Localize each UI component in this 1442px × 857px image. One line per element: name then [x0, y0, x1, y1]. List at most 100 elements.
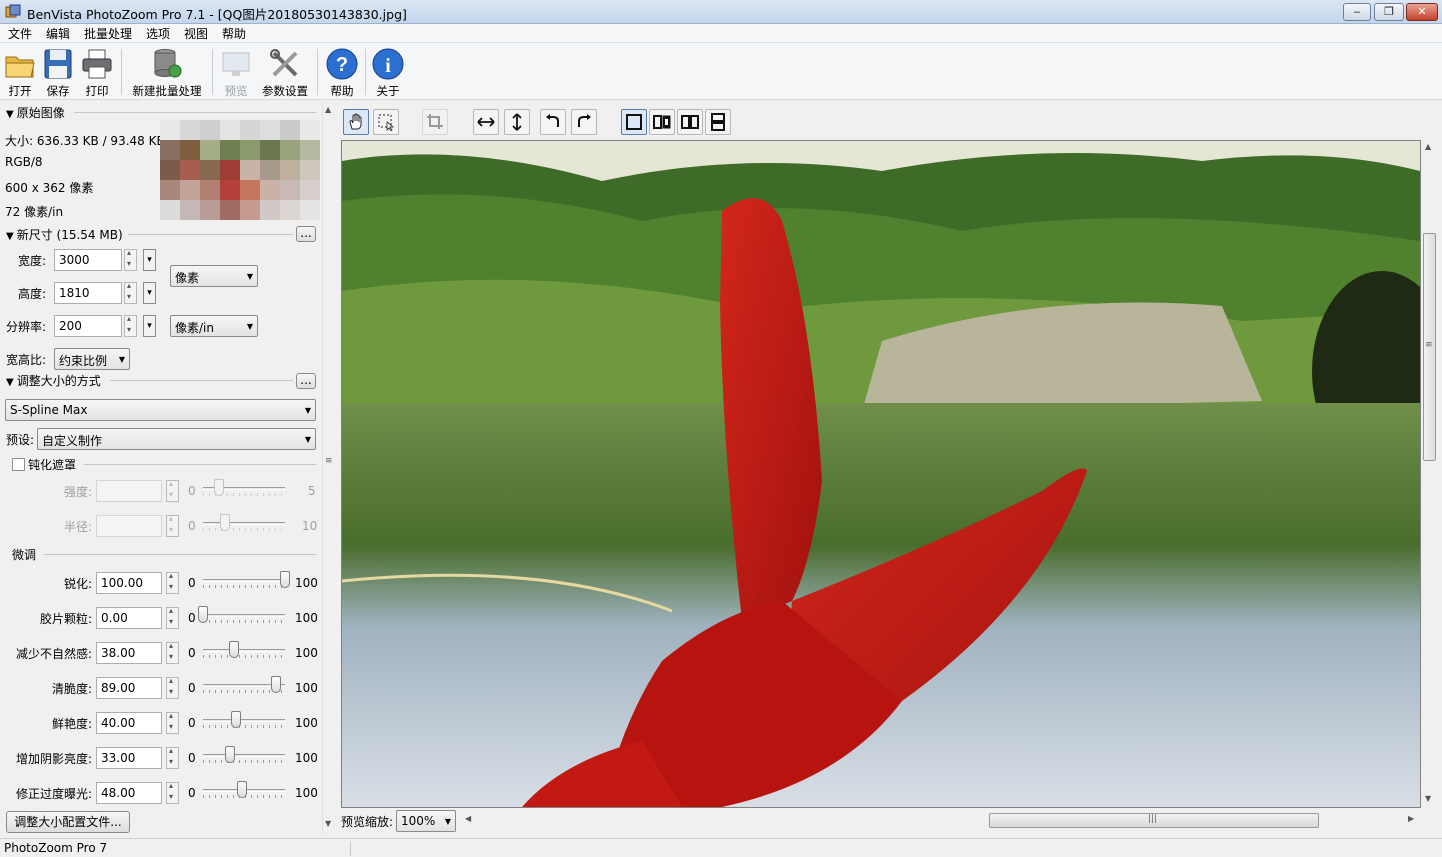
reduce-artifacts-spinner[interactable]: [166, 641, 179, 664]
menu-batch[interactable]: 批量处理: [82, 25, 134, 42]
side-by-side-view-button[interactable]: [677, 109, 703, 135]
help-button[interactable]: ? 帮助: [324, 45, 360, 98]
strength-slider[interactable]: [203, 479, 285, 499]
slider-thumb[interactable]: [229, 641, 240, 658]
preset-select[interactable]: 自定义制作 ▼: [37, 428, 316, 450]
scroll-right-icon[interactable]: ▶: [1408, 814, 1414, 823]
slider-thumb[interactable]: [280, 571, 290, 588]
resolution-input[interactable]: 200: [54, 315, 122, 337]
resolution-spinner[interactable]: [124, 314, 137, 337]
shadow-lift-spinner[interactable]: [166, 746, 179, 769]
reduce-artifacts-input[interactable]: 38.00: [96, 642, 162, 664]
resolution-toggle[interactable]: ▾: [143, 315, 156, 337]
preview-zoom-select[interactable]: 100% ▼: [396, 810, 456, 832]
strength-input[interactable]: [96, 480, 162, 502]
slider-thumb[interactable]: [225, 746, 236, 763]
menu-view[interactable]: 视图: [182, 25, 210, 42]
highlight-fix-slider[interactable]: [203, 781, 285, 801]
vividness-spinner[interactable]: [166, 711, 179, 734]
unsharp-mask-checkbox[interactable]: [12, 458, 25, 471]
menu-edit[interactable]: 编辑: [44, 25, 72, 42]
new-size-header[interactable]: ▼ 新尺寸 (15.54 MB): [6, 226, 123, 243]
shadow-lift-slider[interactable]: [203, 746, 285, 766]
sharpen-spinner[interactable]: [166, 571, 179, 594]
new-batch-button[interactable]: 新建批量处理: [128, 45, 206, 98]
slider-thumb[interactable]: [198, 606, 208, 623]
crispness-slider[interactable]: [203, 676, 285, 696]
crop-tool-button[interactable]: [422, 109, 448, 135]
highlight-fix-spinner[interactable]: [166, 781, 179, 804]
new-size-more-button[interactable]: ...: [296, 226, 316, 242]
rotate-left-button[interactable]: [540, 109, 566, 135]
slider-thumb[interactable]: [237, 781, 248, 798]
scroll-down-icon[interactable]: ▼: [325, 819, 331, 828]
selection-tool-button[interactable]: [373, 109, 399, 135]
settings-button[interactable]: 参数设置: [258, 45, 312, 98]
aspect-select[interactable]: 约束比例 ▼: [54, 348, 130, 370]
stacked-view-button[interactable]: [705, 109, 731, 135]
scroll-up-icon[interactable]: ▲: [325, 105, 331, 114]
film-grain-spinner[interactable]: [166, 606, 179, 629]
radius-slider[interactable]: [203, 514, 285, 534]
vividness-input[interactable]: 40.00: [96, 712, 162, 734]
radius-spinner[interactable]: [166, 514, 179, 537]
slider-thumb[interactable]: [270, 676, 281, 693]
resize-method-header[interactable]: ▼ 调整大小的方式: [6, 372, 101, 389]
highlight-fix-input[interactable]: 48.00: [96, 782, 162, 804]
scroll-left-icon[interactable]: ◀: [465, 814, 471, 823]
open-button[interactable]: 打开: [2, 45, 38, 98]
menu-help[interactable]: 帮助: [220, 25, 248, 42]
crispness-input[interactable]: 89.00: [96, 677, 162, 699]
original-image-header[interactable]: ▼ 原始图像: [6, 104, 65, 121]
hand-tool-button[interactable]: [343, 109, 369, 135]
vividness-slider[interactable]: [203, 711, 285, 731]
resolution-unit-select[interactable]: 像素/in ▼: [170, 315, 258, 337]
fit-width-button[interactable]: [473, 109, 499, 135]
about-button[interactable]: i 关于: [370, 45, 406, 98]
reduce-artifacts-slider[interactable]: [203, 641, 285, 661]
width-spinner[interactable]: [124, 248, 137, 271]
height-input[interactable]: 1810: [54, 282, 122, 304]
collapse-triangle-icon: ▼: [6, 231, 14, 242]
crispness-spinner[interactable]: [166, 676, 179, 699]
save-button[interactable]: 保存: [40, 45, 76, 98]
shadow-lift-input[interactable]: 33.00: [96, 747, 162, 769]
strength-spinner[interactable]: [166, 479, 179, 502]
preview-vertical-scrollbar[interactable]: ▲ ≡ ▼: [1421, 140, 1438, 808]
close-button[interactable]: ✕: [1406, 3, 1438, 21]
sharpen-slider[interactable]: [203, 571, 290, 591]
slider-thumb[interactable]: [214, 479, 225, 496]
maximize-button[interactable]: ❐: [1374, 3, 1404, 21]
print-button[interactable]: 打印: [79, 45, 115, 98]
radius-input[interactable]: [96, 515, 162, 537]
width-input[interactable]: 3000: [54, 249, 122, 271]
width-link-toggle[interactable]: ▾: [143, 249, 156, 271]
slider-thumb[interactable]: [220, 514, 231, 531]
fit-height-button[interactable]: [504, 109, 530, 135]
settings-panel-scrollbar[interactable]: ≡ ▲ ▼: [322, 101, 335, 835]
film-grain-slider[interactable]: [198, 606, 285, 626]
horizontal-scroll-thumb[interactable]: |||: [989, 813, 1319, 828]
resize-method-more-button[interactable]: ...: [296, 373, 316, 389]
scroll-up-icon[interactable]: ▲: [1425, 142, 1431, 151]
preview-horizontal-scrollbar[interactable]: ◀ ||| ▶: [462, 811, 1422, 830]
preview-button[interactable]: 预览: [218, 45, 254, 98]
menu-file[interactable]: 文件: [6, 25, 34, 42]
single-view-button[interactable]: [621, 109, 647, 135]
film-grain-input[interactable]: 0.00: [96, 607, 162, 629]
sharpen-input[interactable]: 100.00: [96, 572, 162, 594]
unit-select[interactable]: 像素 ▼: [170, 265, 258, 287]
minimize-button[interactable]: ‒: [1343, 3, 1371, 21]
resize-profile-button[interactable]: 调整大小配置文件...: [6, 811, 130, 833]
split-view-button[interactable]: [649, 109, 675, 135]
scroll-down-icon[interactable]: ▼: [1425, 794, 1431, 803]
menu-options[interactable]: 选项: [144, 25, 172, 42]
height-link-toggle[interactable]: ▾: [143, 282, 156, 304]
height-spinner[interactable]: [124, 281, 137, 304]
vertical-scroll-thumb[interactable]: ≡: [1423, 233, 1436, 461]
divider: [74, 112, 316, 113]
slider-thumb[interactable]: [230, 711, 241, 728]
rotate-right-button[interactable]: [571, 109, 597, 135]
preview-image[interactable]: [341, 140, 1421, 808]
method-select[interactable]: S-Spline Max ▼: [5, 399, 316, 421]
